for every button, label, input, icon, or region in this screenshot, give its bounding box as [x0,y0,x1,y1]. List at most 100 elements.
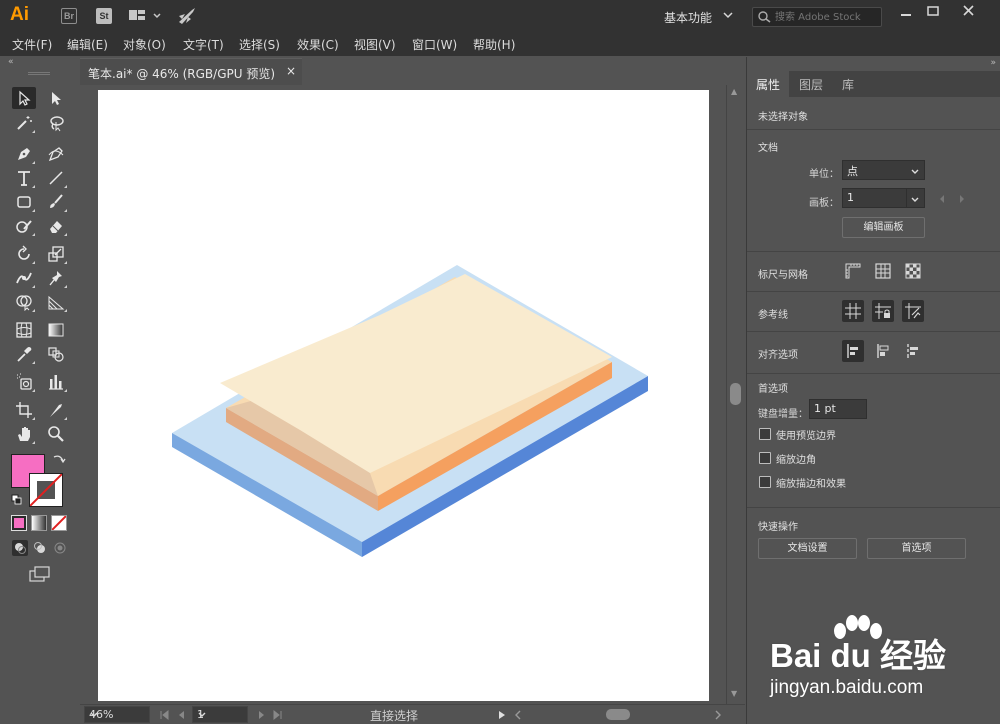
eyedropper-tool-icon[interactable] [12,343,36,365]
gpu-performance-rocket-icon[interactable] [176,6,198,29]
checkbox-box[interactable] [759,476,771,488]
previous-artboard-icon[interactable] [175,709,187,724]
scale-tool-icon[interactable] [44,243,68,265]
scroll-left-icon[interactable] [512,709,524,724]
last-artboard-icon[interactable] [272,709,284,724]
pen-tool-icon[interactable] [12,143,36,165]
lock-guides-icon[interactable] [872,300,894,322]
menu-effect[interactable]: 效果(C) [297,36,339,53]
draw-inside-icon[interactable] [52,540,68,559]
zoom-select[interactable]: 46% [84,706,150,723]
stock-search-input[interactable] [775,9,879,25]
rectangle-tool-icon[interactable] [12,191,36,213]
collapse-panel-icon[interactable]: » [990,58,996,68]
scroll-right-icon[interactable] [712,709,724,724]
blend-tool-icon[interactable] [44,343,68,365]
direct-selection-tool-icon[interactable] [44,87,68,109]
default-fill-stroke-icon[interactable] [11,494,23,509]
ruler-icon[interactable] [842,260,864,282]
mesh-tool-icon[interactable] [12,319,36,341]
eraser-tool-icon[interactable] [44,215,68,237]
tab-properties[interactable]: 属性 [747,71,790,97]
horizontal-scroll-thumb[interactable] [606,709,630,720]
first-artboard-icon[interactable] [158,709,170,724]
screen-mode-icon[interactable] [28,565,52,586]
scroll-down-icon[interactable]: ▼ [731,689,737,698]
zoom-tool-icon[interactable] [44,423,68,445]
menu-edit[interactable]: 编辑(E) [67,36,108,53]
slice-tool-icon[interactable] [44,399,68,421]
menu-file[interactable]: 文件(F) [12,36,52,53]
rotate-tool-icon[interactable] [12,243,36,265]
vertical-scroll-thumb[interactable] [730,383,741,405]
document-tab[interactable]: 笔本.ai* @ 46% (RGB/GPU 预览) × [80,58,302,85]
grid-icon[interactable] [872,260,894,282]
keyboard-increment-input[interactable]: 1 pt [809,399,867,419]
preferences-button[interactable]: 首选项 [867,538,966,559]
smart-guides-icon[interactable] [902,300,924,322]
next-artboard-icon[interactable] [957,193,967,207]
artboard[interactable] [98,90,709,701]
gradient-tool-icon[interactable] [44,319,68,341]
tab-libraries[interactable]: 库 [833,71,863,97]
previous-artboard-icon[interactable] [937,193,947,207]
status-menu-arrow-icon[interactable] [496,709,508,724]
artboard-tool-icon[interactable] [12,399,36,421]
menu-object[interactable]: 对象(O) [123,36,166,53]
hand-tool-icon[interactable] [12,423,36,445]
transparency-grid-icon[interactable] [902,260,924,282]
color-mode-icon[interactable] [11,515,27,531]
align-to-key-object-icon[interactable] [872,340,894,362]
column-graph-tool-icon[interactable] [44,371,68,393]
symbol-sprayer-tool-icon[interactable] [12,371,36,393]
maximize-icon[interactable] [920,2,946,22]
close-window-icon[interactable] [956,2,982,22]
line-segment-tool-icon[interactable] [44,167,68,189]
show-guides-icon[interactable] [842,300,864,322]
menu-window[interactable]: 窗口(W) [412,36,457,53]
checkbox-box[interactable] [759,452,771,464]
artboard-navigation-select[interactable]: 1 [192,706,248,723]
type-tool-icon[interactable] [12,167,36,189]
toolbar-grip[interactable] [28,72,50,75]
none-mode-icon[interactable] [51,515,67,531]
paintbrush-tool-icon[interactable] [44,191,68,213]
tab-layers[interactable]: 图层 [790,71,832,97]
collapse-toolbar-icon[interactable]: « [8,57,14,67]
selection-tool-icon[interactable] [12,87,36,109]
magic-wand-tool-icon[interactable] [12,112,36,134]
shape-builder-tool-icon[interactable] [12,291,36,313]
next-artboard-icon[interactable] [256,709,268,724]
artboard-select[interactable]: 1 [842,188,925,208]
notebook-illustration[interactable] [98,90,709,701]
draw-behind-icon[interactable] [32,540,48,559]
menu-view[interactable]: 视图(V) [354,36,396,53]
document-setup-button[interactable]: 文档设置 [758,538,857,559]
scroll-up-icon[interactable]: ▲ [731,87,737,96]
menu-select[interactable]: 选择(S) [239,36,280,53]
edit-artboards-button[interactable]: 编辑画板 [842,217,925,238]
current-tool-status[interactable]: 直接选择 [370,707,418,724]
align-to-selection-icon[interactable] [842,340,864,362]
arrange-documents-icon[interactable] [128,6,164,29]
vertical-scrollbar[interactable]: ▲ ▼ [726,85,743,705]
workspace-switcher[interactable]: 基本功能 [664,9,733,26]
gradient-mode-icon[interactable] [31,515,47,531]
align-to-artboard-icon[interactable] [902,340,924,362]
perspective-grid-tool-icon[interactable] [44,291,68,313]
stock-icon[interactable]: St [96,8,112,24]
draw-normal-icon[interactable] [12,540,28,556]
shaper-tool-icon[interactable] [12,215,36,237]
close-document-icon[interactable]: × [286,64,296,78]
bridge-icon[interactable]: Br [61,8,77,24]
stock-search-box[interactable] [752,7,882,27]
minimize-icon[interactable] [893,2,919,22]
menu-type[interactable]: 文字(T) [183,36,224,53]
curvature-tool-icon[interactable] [44,143,68,165]
swap-fill-stroke-icon[interactable] [52,453,66,470]
menu-help[interactable]: 帮助(H) [473,36,515,53]
checkbox-box[interactable] [759,428,771,440]
width-tool-icon[interactable] [12,267,36,289]
lasso-tool-icon[interactable] [44,112,68,134]
puppet-warp-tool-icon[interactable] [44,267,68,289]
